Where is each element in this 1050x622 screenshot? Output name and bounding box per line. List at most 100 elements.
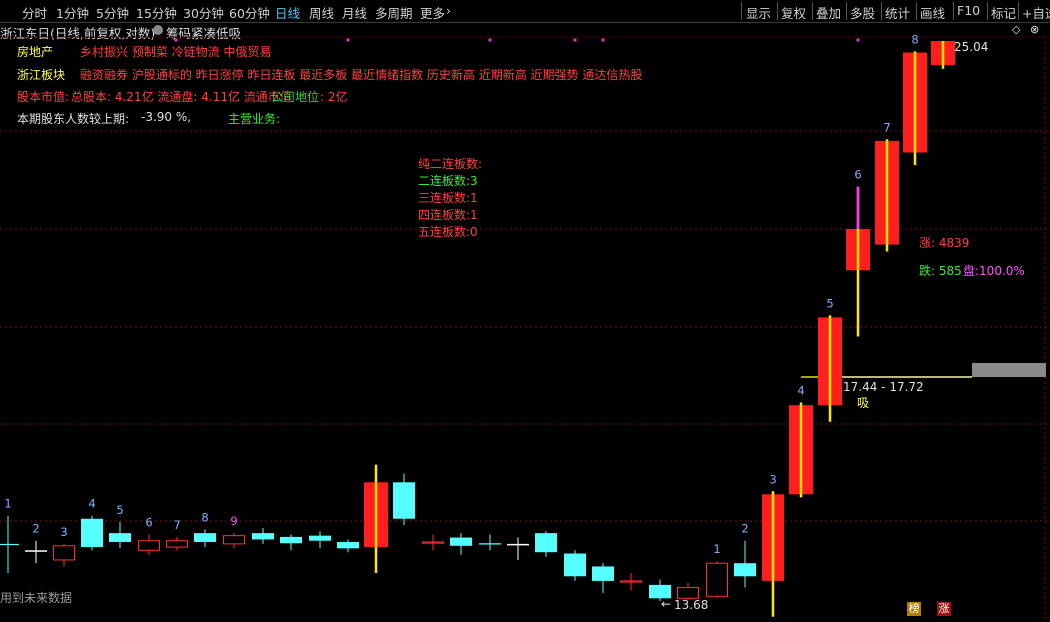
- period-toolbar: 分时 1分钟 5分钟 15分钟 30分钟 60分钟 日线 周线 月线 多周期 更多 › 显示 复权 叠加…: [0, 0, 1050, 23]
- period-tab[interactable]: 周线: [309, 3, 334, 22]
- candle-body: [280, 536, 302, 544]
- period-tab[interactable]: 60分钟: [229, 3, 270, 22]
- candle-body: [450, 537, 472, 546]
- signal-dot: [601, 38, 605, 42]
- candle-body: [592, 566, 614, 581]
- candle-count-label: 7: [883, 120, 890, 134]
- signal-dot: [856, 38, 860, 42]
- rank-badge[interactable]: 榜: [907, 602, 921, 616]
- industry-tags: 乡村振兴 预制菜 冷链物流 中俄贸易: [80, 45, 272, 59]
- signal-dot: [174, 38, 178, 42]
- candle-body: [223, 535, 245, 545]
- period-tab[interactable]: 分时: [22, 3, 47, 22]
- limit-up-badge[interactable]: 涨: [937, 602, 951, 616]
- period-tab[interactable]: 多周期: [375, 3, 413, 22]
- capital-text: 总股本: 4.21亿 流通盘: 4.11亿 流通市值: [71, 90, 292, 104]
- candle-count-label: 6: [854, 168, 861, 182]
- candle-body: [194, 533, 216, 542]
- candle-body: [138, 540, 160, 551]
- candle-count-label: 7: [173, 518, 180, 532]
- signal-dot: [488, 38, 492, 42]
- candle-body: [393, 482, 415, 519]
- absorb-label: 吸: [857, 396, 870, 410]
- candle-body: [706, 562, 728, 597]
- capital-prefix: 股本市值:: [17, 90, 70, 104]
- candle-count-label: 2: [741, 522, 748, 536]
- toolbar-button[interactable]: 画线: [920, 3, 945, 22]
- sector-tags: 融资融券 沪股通标的 昨日涨停 昨日连板 最近多板 最近情绪指数 历史新高 近期…: [80, 68, 643, 82]
- candle-count-label: 1: [713, 542, 720, 556]
- signal-dot: [346, 38, 350, 42]
- candle-body: [166, 540, 188, 548]
- sector-label: 浙江板块: [17, 68, 66, 82]
- board-stat-line: 二连板数:3: [418, 174, 478, 188]
- low-price-label: 13.68: [674, 598, 709, 612]
- period-tab[interactable]: 30分钟: [183, 3, 224, 22]
- candle-body: [677, 587, 699, 599]
- toolbar-divider: [987, 2, 988, 20]
- candle-count-label: 8: [911, 32, 918, 46]
- candle-body: [252, 533, 274, 540]
- capital-tail: : 2亿: [320, 90, 348, 104]
- candle-body: [479, 543, 501, 545]
- capital-overlap: 公司地位: [271, 90, 320, 104]
- toolbar-divider: [1018, 2, 1019, 20]
- down-count-label: 跌: 585: [919, 264, 962, 278]
- candle-count-label: 4: [797, 383, 804, 397]
- candle-body: [337, 541, 359, 549]
- toolbar-button[interactable]: F10: [957, 3, 980, 18]
- toolbar-button[interactable]: 复权: [781, 3, 806, 22]
- business-label: 主营业务:: [228, 112, 281, 126]
- candle-body: [25, 550, 47, 552]
- high-price-label: 25.04: [954, 40, 989, 54]
- candle-body: [535, 533, 557, 553]
- board-stat-line: 三连板数:1: [418, 191, 478, 205]
- toolbar-divider: [812, 2, 813, 20]
- candle-count-label: 5: [116, 503, 123, 517]
- toolbar-button[interactable]: 显示: [746, 3, 771, 22]
- candle-count-label: 3: [769, 472, 776, 486]
- toolbar-button[interactable]: 多股: [850, 3, 875, 22]
- zone-range-label: 17.44 - 17.72: [843, 380, 924, 394]
- candle-body: [507, 543, 529, 546]
- board-stat-line: 五连板数:0: [418, 225, 478, 239]
- holders-value: -3.90 %,: [141, 110, 192, 124]
- board-stat-line: 四连板数:1: [418, 208, 478, 222]
- period-tab[interactable]: 月线: [342, 3, 367, 22]
- period-tab[interactable]: 15分钟: [136, 3, 177, 22]
- board-stats-title: 纯二连板数:: [418, 157, 483, 171]
- candle-count-label: 1: [4, 497, 11, 511]
- candle-count-label: 3: [60, 525, 67, 539]
- absorb-zone-bar: [972, 363, 1046, 377]
- period-tab[interactable]: 更多: [420, 3, 445, 22]
- period-tab[interactable]: 5分钟: [96, 3, 129, 22]
- industry-label: 房地产: [17, 45, 54, 59]
- candle-body: [0, 543, 19, 546]
- candle-body: [309, 535, 331, 541]
- toolbar-button[interactable]: 叠加: [816, 3, 841, 22]
- more-chevron-icon[interactable]: ›: [446, 3, 451, 18]
- period-tab[interactable]: 1分钟: [56, 3, 89, 22]
- candle-count-label: 2: [32, 522, 39, 536]
- pct-label: 盘:100.0%: [963, 264, 1025, 278]
- period-tab[interactable]: 日线: [275, 3, 300, 22]
- toolbar-button[interactable]: +自选: [1022, 3, 1050, 22]
- toolbar-button[interactable]: 标记: [991, 3, 1016, 22]
- low-arrow-icon: ←: [661, 597, 672, 611]
- candle-body: [109, 533, 131, 542]
- candle-count-label: 8: [201, 510, 208, 524]
- candle-count-label: 5: [826, 296, 833, 310]
- holders-label: 本期股东人数较上期:: [17, 112, 130, 126]
- candle-body: [53, 545, 75, 561]
- signal-dot: [573, 38, 577, 42]
- toolbar-divider: [916, 2, 917, 20]
- toolbar-divider: [777, 2, 778, 20]
- toolbar-divider: [953, 2, 954, 20]
- toolbar-button[interactable]: 统计: [885, 3, 910, 22]
- candle-count-label: 4: [88, 497, 95, 511]
- candle-body: [81, 518, 103, 548]
- candle-body: [734, 563, 756, 577]
- up-count-label: 涨: 4839: [919, 236, 970, 250]
- candle-count-label: 9: [230, 514, 237, 528]
- future-data-note: 用到未来数据: [0, 591, 73, 605]
